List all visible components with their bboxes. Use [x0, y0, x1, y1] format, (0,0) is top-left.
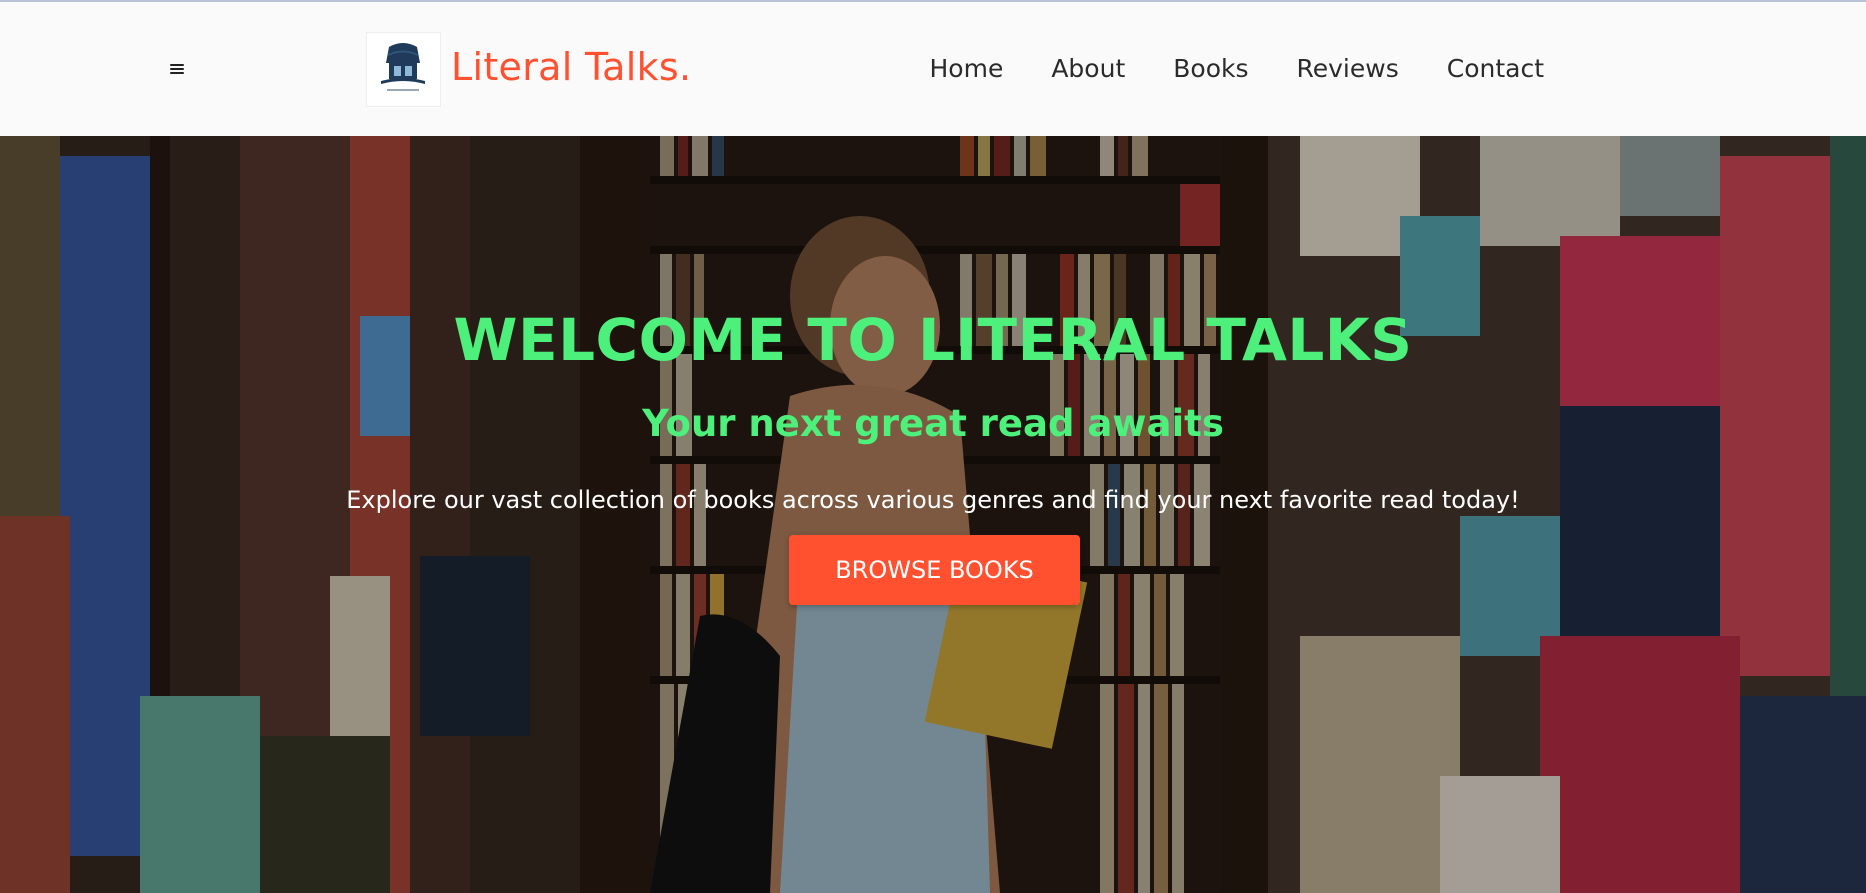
brand-name[interactable]: Literal Talks.: [451, 42, 691, 92]
hamburger-line: [170, 68, 184, 70]
site-header: Literal Talks. Home About Books Reviews …: [0, 0, 1866, 136]
nav-contact[interactable]: Contact: [1447, 50, 1544, 88]
nav-about[interactable]: About: [1051, 50, 1125, 88]
hero-description: Explore our vast collection of books acr…: [346, 486, 1520, 514]
hero-subtitle: Your next great read awaits: [642, 402, 1224, 445]
browse-books-button[interactable]: BROWSE BOOKS: [789, 535, 1080, 605]
hamburger-line: [170, 72, 184, 74]
nav-books[interactable]: Books: [1173, 50, 1248, 88]
main-nav: Home About Books Reviews Contact: [930, 50, 1545, 88]
hero-overlay: [0, 136, 1866, 893]
nav-home[interactable]: Home: [930, 50, 1004, 88]
bookstore-logo-icon[interactable]: [366, 32, 441, 107]
hero-title: WELCOME TO LITERAL TALKS: [453, 306, 1413, 374]
logo-graphic: [381, 43, 425, 91]
nav-reviews[interactable]: Reviews: [1297, 50, 1399, 88]
hamburger-menu-icon[interactable]: [166, 58, 188, 80]
hamburger-line: [170, 64, 184, 66]
hero-section: WELCOME TO LITERAL TALKS Your next great…: [0, 136, 1866, 893]
